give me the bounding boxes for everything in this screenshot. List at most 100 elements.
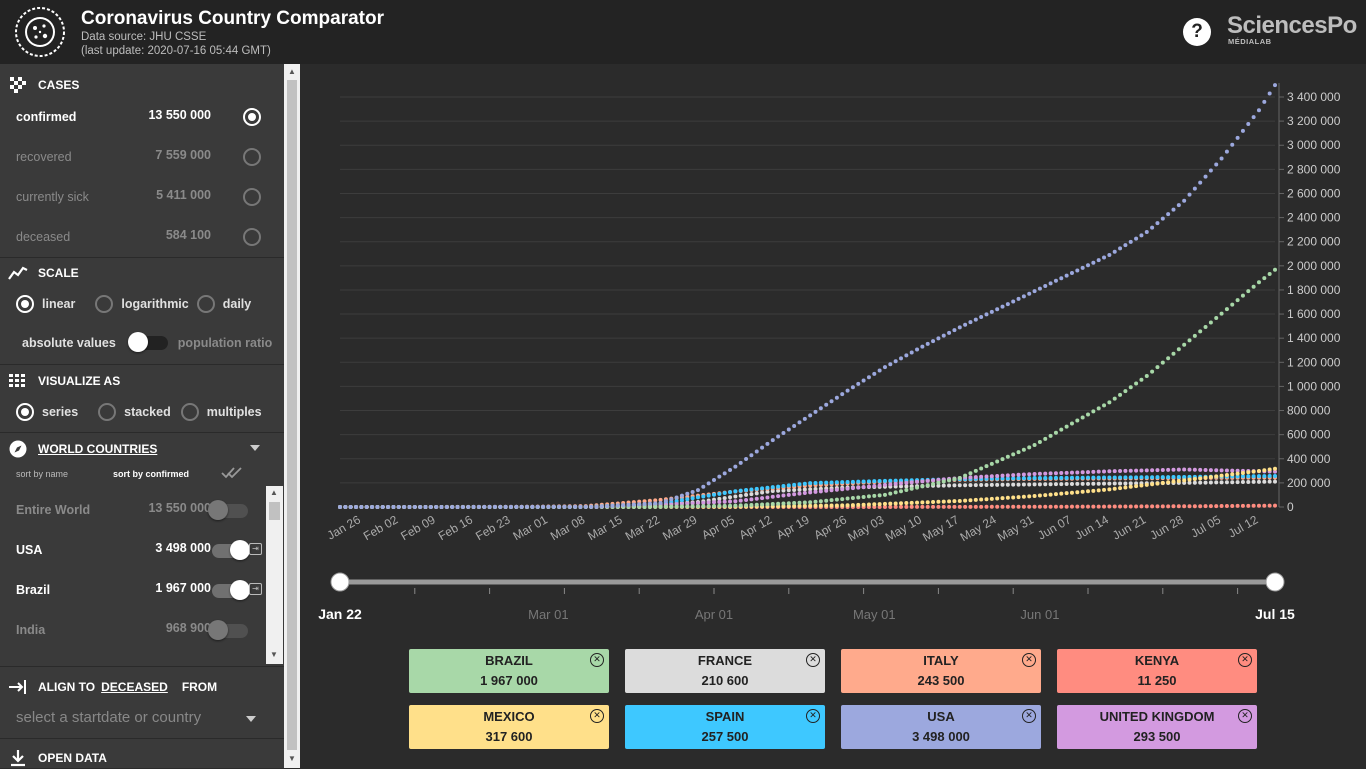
data-point xyxy=(995,504,1000,509)
scroll-thumb[interactable] xyxy=(269,502,280,520)
app-header: Coronavirus Country Comparator Data sour… xyxy=(0,0,1366,64)
chevron-down-icon[interactable] xyxy=(250,445,260,451)
country-list-scrollbar[interactable]: ▲ ▼ xyxy=(266,486,283,664)
case-row-confirmed[interactable]: confirmed 13 550 000 xyxy=(16,108,261,128)
case-radio[interactable] xyxy=(243,188,261,206)
remove-country-icon[interactable]: ✕ xyxy=(1238,709,1252,723)
sort-by-name[interactable]: sort by name xyxy=(16,469,68,479)
countries-section-header[interactable]: WORLD COUNTRIES xyxy=(8,438,157,460)
case-radio[interactable] xyxy=(243,108,261,126)
startdate-country-select[interactable]: select a startdate or country xyxy=(16,709,260,731)
slider-handle-end[interactable] xyxy=(1265,572,1285,592)
case-row-recovered[interactable]: recovered 7 559 000 xyxy=(16,148,261,168)
scale-option-daily[interactable]: daily xyxy=(196,295,251,313)
open-data-section-header[interactable]: OPEN DATA xyxy=(8,747,107,769)
remove-country-icon[interactable]: ✕ xyxy=(806,653,820,667)
legend-card-kenya[interactable]: KENYA 11 250 ✕ xyxy=(1057,649,1257,693)
remove-country-icon[interactable]: ✕ xyxy=(1022,709,1036,723)
align-target-select[interactable]: DECEASED xyxy=(101,680,168,694)
country-row-usa[interactable]: USA 3 498 000 ⇥ xyxy=(16,540,266,560)
country-toggle[interactable] xyxy=(212,540,250,560)
country-row-india[interactable]: India 968 900 xyxy=(16,620,266,640)
scroll-down-arrow[interactable]: ▼ xyxy=(288,754,296,763)
legend-card-united-kingdom[interactable]: UNITED KINGDOM 293 500 ✕ xyxy=(1057,705,1257,749)
x-tick-label: Jun 28 xyxy=(1147,512,1185,542)
data-point xyxy=(925,478,930,483)
data-point xyxy=(685,497,690,502)
country-label: India xyxy=(16,623,46,637)
data-point xyxy=(1134,381,1139,386)
scroll-up-arrow[interactable]: ▲ xyxy=(270,488,278,497)
remove-country-icon[interactable]: ✕ xyxy=(806,709,820,723)
country-row-entire-world[interactable]: Entire World 13 550 000 xyxy=(16,500,266,520)
scroll-down-arrow[interactable]: ▼ xyxy=(270,650,278,659)
data-point xyxy=(797,420,802,425)
visualize-option-multiples[interactable]: multiples xyxy=(180,403,262,421)
sidebar-scrollbar[interactable]: ▲ ▼ xyxy=(284,64,300,768)
case-label: currently sick xyxy=(16,190,89,204)
sort-by-confirmed[interactable]: sort by confirmed xyxy=(113,469,189,479)
country-row-brazil[interactable]: Brazil 1 967 000 ⇥ xyxy=(16,580,266,600)
radio-icon[interactable] xyxy=(180,403,199,421)
scale-option-logarithmic[interactable]: logarithmic xyxy=(95,295,189,313)
country-toggle[interactable] xyxy=(212,580,250,600)
virus-logo-icon[interactable] xyxy=(14,6,66,58)
align-country-icon[interactable]: ⇥ xyxy=(249,583,262,595)
data-point xyxy=(525,504,529,509)
visualize-option-stacked[interactable]: stacked xyxy=(98,403,171,421)
data-point xyxy=(968,504,973,509)
data-point xyxy=(343,504,348,509)
double-check-icon[interactable] xyxy=(221,466,243,480)
data-point xyxy=(1144,475,1149,480)
data-point xyxy=(984,504,989,509)
radio-icon[interactable] xyxy=(196,295,215,313)
radio-icon[interactable] xyxy=(16,295,34,313)
case-radio[interactable] xyxy=(243,148,261,166)
data-point xyxy=(476,504,481,509)
data-point xyxy=(920,484,925,489)
case-radio[interactable] xyxy=(243,228,261,246)
radio-icon[interactable] xyxy=(95,295,114,313)
help-button[interactable]: ? xyxy=(1183,18,1211,46)
data-point xyxy=(797,500,802,505)
data-point xyxy=(802,481,807,486)
legend-card-brazil[interactable]: BRAZIL 1 967 000 ✕ xyxy=(409,649,609,693)
country-toggle[interactable] xyxy=(208,500,248,520)
legend-card-usa[interactable]: USA 3 498 000 ✕ xyxy=(841,705,1041,749)
remove-country-icon[interactable]: ✕ xyxy=(590,653,604,667)
scale-option-linear[interactable]: linear xyxy=(16,295,75,313)
case-row-currently-sick[interactable]: currently sick 5 411 000 xyxy=(16,188,261,208)
data-point xyxy=(1139,468,1144,473)
data-point xyxy=(872,502,877,507)
legend-card-italy[interactable]: ITALY 243 500 ✕ xyxy=(841,649,1041,693)
data-point xyxy=(904,480,909,485)
data-point xyxy=(995,307,1000,312)
legend-card-france[interactable]: FRANCE 210 600 ✕ xyxy=(625,649,825,693)
line-chart[interactable]: 0 200 000 400 000 600 000 800 000 1 000 000 1 … xyxy=(300,64,1366,644)
cases-section-header[interactable]: CASES xyxy=(8,74,79,96)
option-label: series xyxy=(42,405,79,419)
remove-country-icon[interactable]: ✕ xyxy=(590,709,604,723)
data-point xyxy=(1176,504,1181,509)
scroll-up-arrow[interactable]: ▲ xyxy=(288,67,296,76)
ratio-toggle[interactable] xyxy=(127,332,168,352)
case-row-deceased[interactable]: deceased 584 100 xyxy=(16,228,261,248)
visualize-option-series[interactable]: series xyxy=(16,403,78,421)
data-point xyxy=(1032,494,1037,499)
remove-country-icon[interactable]: ✕ xyxy=(1238,653,1252,667)
radio-icon[interactable] xyxy=(16,403,34,421)
align-country-icon[interactable]: ⇥ xyxy=(249,543,262,555)
remove-country-icon[interactable]: ✕ xyxy=(1022,653,1036,667)
sciencespo-logo[interactable]: SciencesPo xyxy=(1227,12,1357,40)
legend-card-mexico[interactable]: MEXICO 317 600 ✕ xyxy=(409,705,609,749)
radio-icon[interactable] xyxy=(98,403,117,421)
data-point xyxy=(856,485,861,490)
slider-handle-start[interactable] xyxy=(330,572,350,592)
scale-section-header[interactable]: SCALE xyxy=(8,262,79,284)
scroll-thumb[interactable] xyxy=(287,80,297,750)
legend-card-spain[interactable]: SPAIN 257 500 ✕ xyxy=(625,705,825,749)
data-point xyxy=(455,504,460,509)
visualize-section-header[interactable]: VISUALIZE AS xyxy=(8,370,120,392)
data-point xyxy=(1256,503,1261,508)
country-toggle[interactable] xyxy=(208,620,248,640)
